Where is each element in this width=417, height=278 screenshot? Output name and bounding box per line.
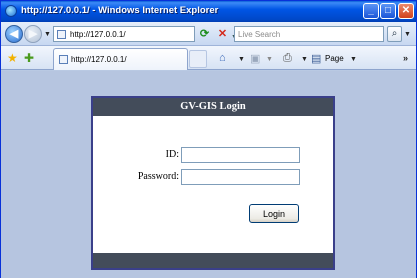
- home-icon[interactable]: ⌂: [219, 52, 226, 64]
- address-toolbar: ◀ ▶ ▼ http://127.0.0.1/ ▼ ⟳ ✕ Live Searc…: [1, 22, 416, 46]
- login-footer-bar: [93, 253, 333, 268]
- ie-logo-icon: [5, 5, 17, 17]
- print-dropdown-icon[interactable]: ▼: [301, 56, 308, 63]
- tab-current[interactable]: http://127.0.0.1/: [53, 48, 188, 70]
- add-favorites-icon[interactable]: ✚: [24, 51, 34, 65]
- page-dropdown-icon[interactable]: ▼: [350, 56, 357, 63]
- back-button[interactable]: ◀: [5, 25, 23, 43]
- refresh-button[interactable]: ⟳: [197, 27, 212, 42]
- login-panel: GV-GIS Login ID: Password: Login: [91, 96, 335, 270]
- page-icon: [57, 30, 66, 39]
- window-title: http://127.0.0.1/ - Windows Internet Exp…: [21, 5, 219, 16]
- page-menu-button[interactable]: Page: [325, 54, 344, 63]
- history-dropdown-icon[interactable]: ▼: [44, 31, 51, 38]
- feeds-dropdown-icon[interactable]: ▼: [266, 56, 273, 63]
- page-menu-icon[interactable]: ▤: [311, 52, 321, 65]
- id-label: ID:: [165, 149, 179, 160]
- address-url[interactable]: http://127.0.0.1/: [70, 30, 126, 39]
- title-bar[interactable]: http://127.0.0.1/ - Windows Internet Exp…: [1, 1, 416, 22]
- tab-toolbar: ★ ✚ http://127.0.0.1/ ⌂ ▼ ▣ ▼ ⎙ ▼ ▤ Page…: [1, 46, 416, 70]
- page-icon: [59, 55, 68, 64]
- close-button[interactable]: ✕: [398, 3, 414, 19]
- search-icon[interactable]: ⌕: [387, 26, 402, 42]
- home-dropdown-icon[interactable]: ▼: [238, 56, 245, 63]
- favorites-star-icon[interactable]: ★: [7, 51, 18, 65]
- password-label: Password:: [137, 171, 179, 182]
- browser-window: http://127.0.0.1/ - Windows Internet Exp…: [0, 0, 417, 278]
- print-icon[interactable]: ⎙: [283, 52, 292, 65]
- maximize-button[interactable]: □: [380, 3, 396, 19]
- stop-button[interactable]: ✕: [215, 27, 230, 42]
- toolbar-overflow-icon[interactable]: »: [403, 53, 408, 63]
- login-title: GV-GIS Login: [93, 98, 333, 116]
- forward-button[interactable]: ▶: [24, 25, 42, 43]
- tab-label: http://127.0.0.1/: [71, 55, 127, 64]
- id-field[interactable]: [181, 147, 300, 163]
- minimize-button[interactable]: _: [363, 3, 379, 19]
- new-tab-button[interactable]: [189, 50, 207, 68]
- address-bar[interactable]: http://127.0.0.1/ ▼: [53, 26, 238, 42]
- page-content: GV-GIS Login ID: Password: Login: [1, 71, 416, 278]
- password-field[interactable]: [181, 169, 300, 185]
- search-input[interactable]: Live Search: [234, 26, 384, 42]
- search-options-dropdown-icon[interactable]: ▼: [404, 31, 411, 38]
- search-placeholder: Live Search: [238, 30, 281, 39]
- login-button[interactable]: Login: [249, 204, 299, 223]
- feeds-icon[interactable]: ▣: [250, 52, 260, 65]
- login-form: ID: Password: Login: [93, 116, 333, 253]
